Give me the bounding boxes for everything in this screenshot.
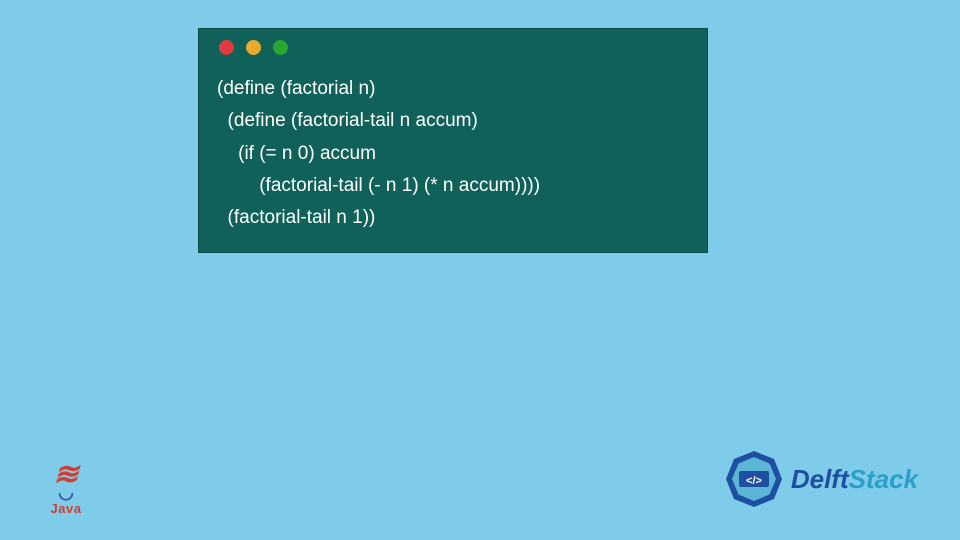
code-window: (define (factorial n) (define (factorial…: [198, 28, 708, 253]
delftstack-text: DelftStack: [791, 464, 918, 495]
delftstack-logo: </> DelftStack: [723, 448, 918, 510]
delftstack-emblem-icon: </>: [723, 448, 785, 510]
close-icon: [219, 40, 234, 55]
delft-prefix: Delft: [791, 464, 849, 494]
code-line: (if (= n 0) accum: [217, 143, 376, 164]
code-line: (factorial-tail n 1)): [217, 207, 375, 228]
java-cup-icon: ◡: [58, 483, 74, 501]
code-line: (define (factorial-tail n accum): [217, 110, 478, 131]
java-label: Java: [51, 501, 82, 516]
code-content: (define (factorial n) (define (factorial…: [199, 65, 707, 234]
window-titlebar: [199, 29, 707, 65]
code-line: (factorial-tail (- n 1) (* n accum)))): [217, 175, 540, 196]
java-logo: ≋ ◡ Java: [42, 448, 90, 516]
delft-suffix: Stack: [849, 464, 918, 494]
maximize-icon: [273, 40, 288, 55]
minimize-icon: [246, 40, 261, 55]
delftstack-code-text: </>: [746, 475, 762, 487]
code-line: (define (factorial n): [217, 78, 375, 99]
